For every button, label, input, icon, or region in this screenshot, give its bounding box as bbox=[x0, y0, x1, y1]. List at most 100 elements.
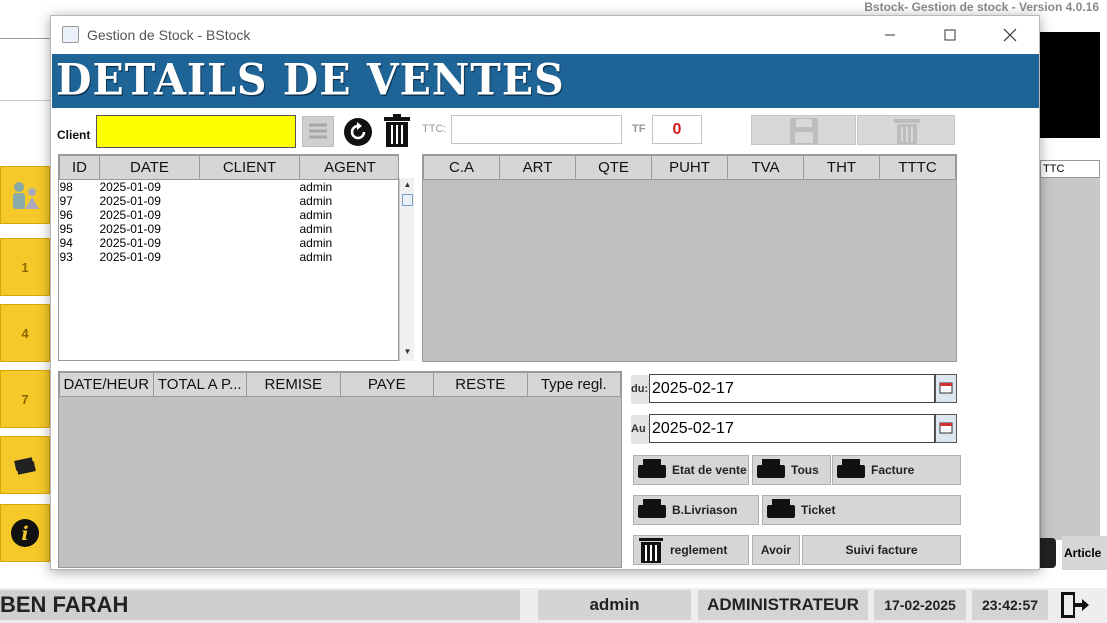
status-company-name: BEN FARAH bbox=[0, 590, 520, 620]
client-input[interactable] bbox=[96, 115, 296, 148]
sidebar-button-4[interactable]: 4 bbox=[0, 304, 50, 362]
payment-column-header[interactable]: Type regl. bbox=[526, 372, 621, 397]
table-row[interactable]: 98 2025-01-09 admin bbox=[59, 180, 399, 195]
logout-icon[interactable] bbox=[1058, 590, 1092, 620]
sidebar-info-button[interactable]: i bbox=[0, 504, 50, 562]
background-divider bbox=[0, 100, 50, 101]
sidebar-money-button[interactable] bbox=[0, 436, 50, 494]
detail-column-header[interactable]: QTE bbox=[575, 155, 652, 180]
delete-client-button[interactable] bbox=[382, 114, 412, 148]
suivi-facture-button[interactable]: Suivi facture bbox=[802, 535, 961, 565]
sidebar-button-7[interactable]: 7 bbox=[0, 370, 50, 428]
delete-sale-button[interactable] bbox=[857, 115, 955, 145]
cell-agent: admin bbox=[299, 208, 333, 222]
reglement-button[interactable]: reglement bbox=[633, 535, 749, 565]
cell-id: 97 bbox=[59, 194, 73, 208]
maximize-icon bbox=[944, 29, 956, 41]
date-from-input[interactable]: 2025-02-17 bbox=[649, 374, 935, 403]
button-label: Etat de vente bbox=[672, 463, 747, 477]
calendar-icon bbox=[939, 382, 953, 394]
table-row[interactable]: 95 2025-01-09 admin bbox=[59, 222, 399, 236]
refresh-icon bbox=[344, 117, 372, 146]
calendar-icon bbox=[939, 422, 953, 434]
ttc-field[interactable] bbox=[451, 115, 622, 144]
page-title: DETAILS DE VENTES bbox=[56, 54, 565, 106]
maximize-button[interactable] bbox=[927, 22, 973, 48]
sales-scrollbar[interactable]: ▲ ▼ bbox=[399, 178, 414, 361]
detail-column-header[interactable]: PUHT bbox=[651, 155, 728, 180]
save-icon bbox=[790, 118, 818, 144]
payment-table: DATE/HEUR TOTAL A P... REMISE PAYE RESTE Type… bbox=[58, 371, 622, 568]
payment-column-header[interactable]: DATE/HEUR bbox=[59, 372, 154, 397]
cell-client bbox=[200, 208, 300, 222]
table-row[interactable]: 96 2025-01-09 admin bbox=[60, 208, 399, 222]
cell-agent: admin bbox=[299, 236, 333, 250]
payment-column-header[interactable]: RESTE bbox=[433, 372, 528, 397]
cell-client bbox=[200, 180, 300, 195]
refresh-button[interactable] bbox=[342, 116, 374, 147]
bon-livraison-button[interactable]: B.Livriason bbox=[633, 495, 759, 525]
printer-icon bbox=[767, 499, 795, 521]
title-bar: Gestion de Stock - BStock bbox=[51, 16, 1039, 54]
ticket-button[interactable]: Ticket bbox=[762, 495, 961, 525]
scroll-down-arrow-icon[interactable]: ▼ bbox=[400, 347, 415, 359]
java-icon bbox=[62, 26, 79, 43]
scroll-thumb[interactable] bbox=[402, 194, 413, 206]
date-to-input[interactable]: 2025-02-17 bbox=[649, 414, 935, 443]
sales-details-window: Gestion de Stock - BStock DETAILS DE VEN… bbox=[50, 15, 1040, 570]
table-row[interactable]: 94 2025-01-09 admin bbox=[59, 236, 399, 250]
svg-text:i: i bbox=[21, 523, 28, 545]
column-header-date[interactable]: DATE bbox=[99, 155, 200, 180]
sidebar-button-1[interactable]: 1 bbox=[0, 238, 50, 296]
background-divider bbox=[0, 38, 50, 39]
column-header-id[interactable]: ID bbox=[59, 155, 100, 180]
minimize-button[interactable] bbox=[867, 22, 913, 48]
facture-button[interactable]: Facture bbox=[832, 455, 961, 485]
sidebar-button-label: 1 bbox=[21, 259, 29, 275]
payment-column-header[interactable]: REMISE bbox=[246, 372, 341, 397]
detail-column-header[interactable]: THT bbox=[803, 155, 880, 180]
sale-detail-table: C.A ART QTE PUHT TVA THT TTTC bbox=[422, 154, 957, 362]
cell-client bbox=[200, 250, 300, 264]
cell-id: 98 bbox=[59, 180, 73, 194]
cell-date: 2025-01-09 bbox=[99, 250, 161, 264]
tf-value: 0 bbox=[652, 115, 702, 144]
status-date: 17-02-2025 bbox=[874, 590, 966, 620]
date-to-calendar-button[interactable] bbox=[935, 414, 957, 443]
close-button[interactable] bbox=[987, 22, 1033, 48]
cell-id: 95 bbox=[59, 222, 73, 236]
payment-column-header[interactable]: PAYE bbox=[339, 372, 434, 397]
cell-id: 94 bbox=[59, 236, 73, 250]
scroll-up-arrow-icon[interactable]: ▲ bbox=[400, 180, 415, 192]
save-button[interactable] bbox=[751, 115, 856, 145]
cell-date: 2025-01-09 bbox=[99, 236, 161, 250]
detail-column-header[interactable]: TTTC bbox=[879, 155, 956, 180]
ttc-label: TTC: bbox=[422, 123, 447, 135]
etat-vente-button[interactable]: Etat de vente bbox=[633, 455, 749, 485]
button-label: Facture bbox=[871, 463, 915, 477]
app-version-label: Bstock- Gestion de stock - Version 4.0.1… bbox=[864, 0, 1099, 14]
status-time: 23:42:57 bbox=[972, 590, 1048, 620]
print-all-button[interactable]: Tous bbox=[752, 455, 831, 485]
column-header-client[interactable]: CLIENT bbox=[199, 155, 300, 180]
payment-column-header[interactable]: TOTAL A P... bbox=[152, 372, 247, 397]
client-list-button[interactable] bbox=[302, 116, 334, 147]
info-icon: i bbox=[11, 519, 39, 547]
cell-date: 2025-01-09 bbox=[99, 194, 161, 208]
avoir-button[interactable]: Avoir bbox=[752, 535, 800, 565]
table-row[interactable]: 93 2025-01-09 admin bbox=[60, 250, 399, 264]
table-row[interactable]: 97 2025-01-09 admin bbox=[59, 194, 399, 208]
cell-agent: admin bbox=[299, 222, 333, 236]
background-article-button[interactable]: Article bbox=[1062, 536, 1107, 570]
trash-icon bbox=[894, 119, 920, 144]
button-label: Tous bbox=[791, 463, 819, 477]
sidebar-users-button[interactable] bbox=[0, 166, 50, 224]
client-label: Client bbox=[57, 128, 91, 142]
date-from-label: du: bbox=[631, 375, 649, 404]
detail-column-header[interactable]: ART bbox=[499, 155, 576, 180]
column-header-agent[interactable]: AGENT bbox=[299, 155, 398, 180]
cell-agent: admin bbox=[299, 250, 333, 264]
detail-column-header[interactable]: C.A bbox=[423, 155, 500, 180]
date-from-calendar-button[interactable] bbox=[935, 374, 957, 403]
detail-column-header[interactable]: TVA bbox=[727, 155, 804, 180]
